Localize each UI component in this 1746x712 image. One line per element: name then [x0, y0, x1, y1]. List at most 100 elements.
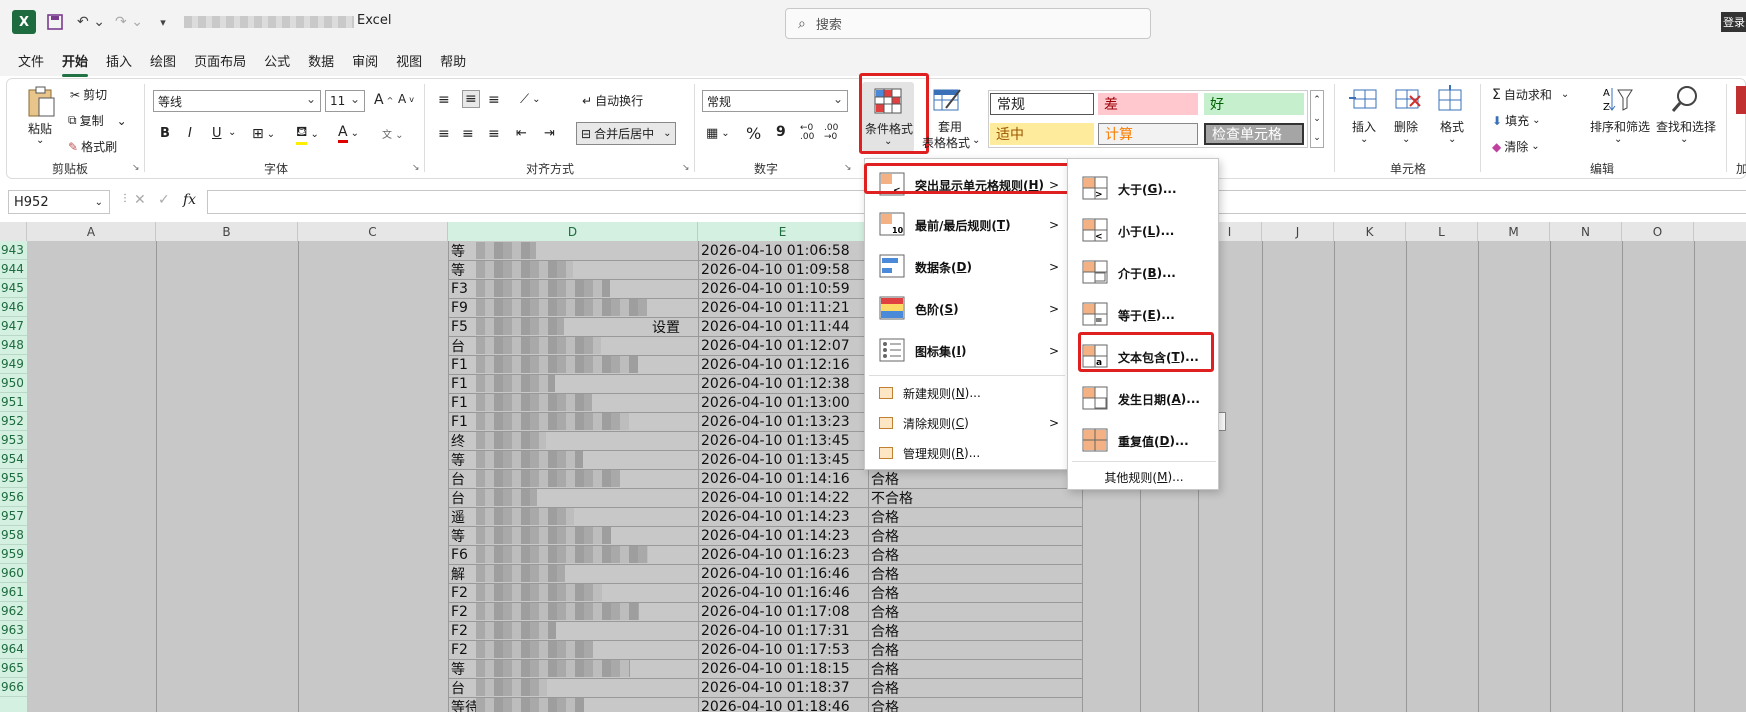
row-header[interactable]: 952 [0, 412, 27, 431]
chevron-down-icon[interactable]: ⌄ [1360, 134, 1368, 145]
highlight-rule-item[interactable]: 发生日期(A)... [1068, 381, 1220, 417]
dialog-launcher-icon[interactable]: ↘ [844, 163, 852, 173]
cell-d[interactable]: 终 [449, 431, 479, 450]
align-middle-icon[interactable]: ≡ [462, 90, 480, 108]
redo-icon[interactable]: ↷ ⌄ [114, 10, 144, 34]
cf-menu-item[interactable]: 清除规则(C) > [865, 411, 1069, 435]
cell-d[interactable]: 台 [449, 336, 479, 355]
delete-cells-icon[interactable] [1392, 86, 1424, 114]
style-neutral[interactable]: 适中 [990, 123, 1094, 145]
wrap-text-button[interactable]: ↵ 自动换行 [582, 92, 643, 109]
cell-e[interactable]: 2026-04-10 01:14:22 [699, 488, 867, 507]
decrease-decimal-icon[interactable]: .00 →0 [824, 124, 838, 142]
style-check-cell[interactable]: 检查单元格 [1204, 123, 1304, 145]
style-normal[interactable]: 常规 [990, 93, 1094, 115]
cell-d[interactable]: F1 [449, 412, 479, 431]
row-header[interactable]: 943 [0, 241, 27, 260]
row-header[interactable]: 954 [0, 450, 27, 469]
row-header[interactable]: 962 [0, 602, 27, 621]
cf-menu-item[interactable]: 图标集(I) > [865, 333, 1069, 369]
cell-e[interactable]: 2026-04-10 01:11:44 [699, 317, 867, 336]
tab-data[interactable]: 数据 [306, 47, 336, 74]
row-header[interactable]: 948 [0, 336, 27, 355]
copy-button[interactable]: ⧉ 复制 ⌄ [68, 112, 127, 129]
insert-button[interactable]: 插入 [1352, 118, 1376, 135]
cell-e[interactable]: 2026-04-10 01:13:23 [699, 412, 867, 431]
increase-decimal-icon[interactable]: ←0.00 [800, 124, 814, 142]
style-bad[interactable]: 差 [1098, 93, 1198, 115]
column-header[interactable]: O [1622, 222, 1694, 241]
fill-color-icon[interactable]: ⛾ ⌄ [296, 124, 319, 145]
row-header[interactable]: 965 [0, 659, 27, 678]
fill-button[interactable]: ⬇ 填充 ⌄ [1492, 112, 1540, 129]
cell-f[interactable]: 不合格 [869, 488, 1069, 507]
cell-e[interactable]: 2026-04-10 01:16:46 [699, 564, 867, 583]
underline-dropdown-icon[interactable]: ⌄ [228, 127, 236, 138]
row-header[interactable]: 953 [0, 431, 27, 450]
tab-insert[interactable]: 插入 [104, 47, 134, 74]
row-header[interactable]: 960 [0, 564, 27, 583]
font-name-combo[interactable]: 等线 [153, 90, 321, 112]
cell-e[interactable]: 2026-04-10 01:16:46 [699, 583, 867, 602]
cell-d[interactable]: 遥 [449, 507, 479, 526]
dialog-launcher-icon[interactable]: ↘ [132, 163, 140, 173]
row-header[interactable]: 964 [0, 640, 27, 659]
chevron-down-icon[interactable]: ⌄ [1448, 134, 1456, 145]
cell-e[interactable]: 2026-04-10 01:13:45 [699, 450, 867, 469]
cell-d[interactable]: 等 [449, 526, 479, 545]
cell-e[interactable]: 2026-04-10 01:10:59 [699, 279, 867, 298]
tab-view[interactable]: 视图 [394, 47, 424, 74]
cell-f[interactable]: 合格 [869, 564, 1069, 583]
cell-e[interactable]: 2026-04-10 01:16:23 [699, 545, 867, 564]
cell-e[interactable]: 2026-04-10 01:18:15 [699, 659, 867, 678]
cell-f[interactable]: 合格 [869, 507, 1069, 526]
cf-menu-item[interactable]: 管理规则(R)... [865, 441, 1069, 465]
cell-d[interactable]: F5 [449, 317, 479, 336]
tab-home[interactable]: 开始 [60, 47, 90, 77]
highlight-rule-item[interactable]: 重复值(D)... [1068, 423, 1220, 459]
cell-d[interactable]: F2 [449, 583, 479, 602]
chevron-down-icon[interactable]: ⌄ [1614, 134, 1622, 145]
cell-d[interactable]: F2 [449, 602, 479, 621]
chevron-down-icon[interactable]: ⌄ [1680, 134, 1688, 145]
cell-d[interactable]: F6 [449, 545, 479, 564]
addins-icon[interactable] [1736, 86, 1746, 114]
cell-f[interactable]: 合格 [869, 659, 1069, 678]
cell-e[interactable]: 2026-04-10 01:09:58 [699, 260, 867, 279]
column-header[interactable]: M [1478, 222, 1550, 241]
column-header[interactable]: A [27, 222, 156, 241]
cf-menu-item[interactable]: 色阶(S) > [865, 291, 1069, 327]
clear-button[interactable]: ◆ 清除 ⌄ [1492, 138, 1540, 155]
column-header[interactable]: E [698, 222, 868, 241]
italic-button[interactable]: I [188, 126, 192, 141]
align-bottom-icon[interactable]: ≡ [488, 92, 500, 108]
column-header[interactable]: K [1334, 222, 1406, 241]
cell-e[interactable]: 2026-04-10 01:13:45 [699, 431, 867, 450]
cf-menu-item[interactable]: 数据条(D) > [865, 249, 1069, 285]
highlight-rule-item[interactable]: = 等于(E)... [1068, 297, 1220, 333]
dialog-launcher-icon[interactable]: ↘ [412, 163, 420, 173]
check-icon[interactable]: ✓ [158, 192, 170, 208]
bold-button[interactable]: B [160, 126, 170, 141]
decrease-font-size-icon[interactable]: Av [398, 92, 414, 106]
sort-filter-button[interactable]: 排序和筛选 [1590, 118, 1650, 135]
save-icon[interactable] [44, 10, 66, 34]
cell-d[interactable]: 等 [449, 659, 479, 678]
tab-page-layout[interactable]: 页面布局 [192, 47, 248, 74]
cell-d[interactable]: F2 [449, 640, 479, 659]
format-as-table-icon[interactable] [932, 86, 962, 114]
format-painter-button[interactable]: ✎ 格式刷 [68, 138, 117, 155]
format-as-table-label-2[interactable]: 表格格式 [922, 134, 970, 151]
highlight-rule-item[interactable]: < 小于(L)... [1068, 213, 1220, 249]
underline-button[interactable]: U [212, 126, 222, 141]
align-top-icon[interactable]: ≡ [438, 92, 450, 108]
row-header[interactable]: 955 [0, 469, 27, 488]
chevron-down-icon[interactable]: ⌄ [972, 135, 980, 146]
column-header[interactable]: J [1262, 222, 1334, 241]
cell-f[interactable]: 合格 [869, 640, 1069, 659]
cell-e[interactable]: 2026-04-10 01:18:37 [699, 678, 867, 697]
column-header[interactable]: C [298, 222, 448, 241]
row-header[interactable] [0, 697, 27, 712]
autosum-button[interactable]: Σ 自动求和 ⌄ [1492, 86, 1569, 103]
insert-function-button[interactable]: fx [183, 192, 196, 208]
